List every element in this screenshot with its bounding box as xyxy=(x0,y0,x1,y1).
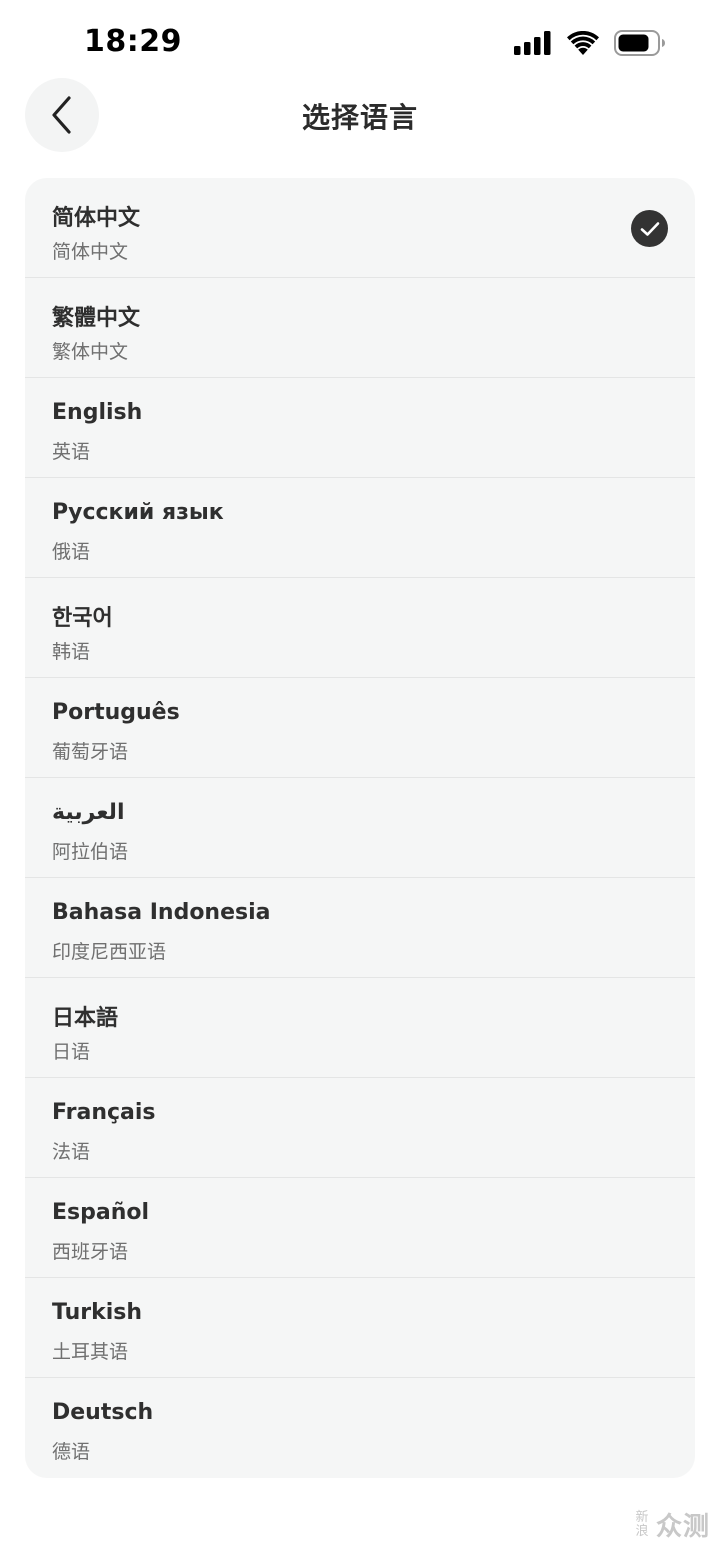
language-chinese-name: 韩语 xyxy=(52,641,91,663)
language-chinese-name: 土耳其语 xyxy=(52,1341,129,1363)
language-native-name: 日本語 xyxy=(52,1006,119,1031)
status-icons xyxy=(514,28,666,58)
language-item-korean[interactable]: 한국어 韩语 xyxy=(25,578,695,678)
language-chinese-name: 法语 xyxy=(52,1141,91,1163)
language-native-name: العربية xyxy=(52,800,125,825)
language-native-name: Deutsch xyxy=(52,1400,154,1425)
language-item-portuguese[interactable]: Português 葡萄牙语 xyxy=(25,678,695,778)
language-native-name: Français xyxy=(52,1100,156,1125)
language-item-french[interactable]: Français 法语 xyxy=(25,1078,695,1178)
language-list: 简体中文 简体中文 繁體中文 繁体中文 English 英语 Русский я… xyxy=(25,178,695,1478)
language-item-zh-hans[interactable]: 简体中文 简体中文 xyxy=(25,178,695,278)
watermark-big-text: 众测 xyxy=(655,1512,710,1542)
language-chinese-name: 德语 xyxy=(52,1441,91,1463)
language-native-name: Turkish xyxy=(52,1300,143,1325)
language-item-spanish[interactable]: Español 西班牙语 xyxy=(25,1178,695,1278)
language-item-indonesian[interactable]: Bahasa Indonesia 印度尼西亚语 xyxy=(25,878,695,978)
language-native-name: 繁體中文 xyxy=(52,306,141,331)
language-chinese-name: 阿拉伯语 xyxy=(52,841,129,863)
language-native-name: Português xyxy=(52,700,180,725)
language-chinese-name: 葡萄牙语 xyxy=(52,741,129,763)
language-item-arabic[interactable]: العربية 阿拉伯语 xyxy=(25,778,695,878)
language-item-zh-hant[interactable]: 繁體中文 繁体中文 xyxy=(25,278,695,378)
language-native-name: Español xyxy=(52,1200,150,1225)
language-chinese-name: 俄语 xyxy=(52,541,91,563)
language-native-name: 简体中文 xyxy=(52,206,141,231)
language-chinese-name: 英语 xyxy=(52,441,91,463)
language-item-russian[interactable]: Русский язык 俄语 xyxy=(25,478,695,578)
language-chinese-name: 西班牙语 xyxy=(52,1241,129,1263)
language-native-name: Bahasa Indonesia xyxy=(52,900,271,925)
status-bar: 18:29 xyxy=(0,0,720,80)
page-title: 选择语言 xyxy=(301,101,418,134)
wifi-icon xyxy=(567,30,599,55)
language-item-english[interactable]: English 英语 xyxy=(25,378,695,478)
watermark-small-text: 新浪 xyxy=(635,1509,649,1539)
language-chinese-name: 简体中文 xyxy=(52,241,129,263)
language-native-name: 한국어 xyxy=(52,606,113,631)
language-chinese-name: 繁体中文 xyxy=(52,341,129,363)
language-item-german[interactable]: Deutsch 德语 xyxy=(25,1378,695,1478)
language-chinese-name: 印度尼西亚语 xyxy=(52,941,167,963)
signal-icon xyxy=(514,31,551,55)
language-native-name: Русский язык xyxy=(52,500,224,525)
language-item-turkish[interactable]: Turkish 土耳其语 xyxy=(25,1278,695,1378)
selected-check-icon xyxy=(631,210,668,247)
battery-icon xyxy=(614,30,665,56)
language-item-japanese[interactable]: 日本語 日语 xyxy=(25,978,695,1078)
language-native-name: English xyxy=(52,400,143,425)
watermark: 新浪 众测 xyxy=(634,1506,710,1543)
status-time: 18:29 xyxy=(84,24,182,59)
nav-bar: 选择语言 xyxy=(0,78,720,154)
language-chinese-name: 日语 xyxy=(52,1041,91,1063)
